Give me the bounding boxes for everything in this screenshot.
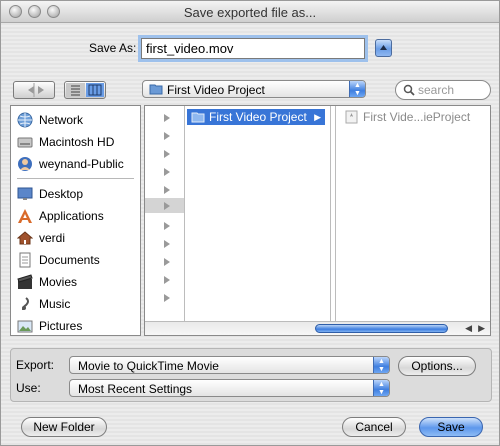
triangle-up-icon	[380, 45, 387, 50]
popup-arrows-icon: ▲ ▼	[373, 357, 389, 373]
sidebar-item-label: Macintosh HD	[39, 135, 115, 149]
sidebar-item-movies[interactable]: Movies	[17, 272, 77, 292]
magnifier-icon	[403, 84, 415, 96]
sidebar-item-music[interactable]: Music	[17, 294, 70, 314]
home-icon	[17, 231, 33, 245]
sidebar-item-label: Pictures	[39, 319, 83, 333]
save-dialog-window: Save exported file as... Save As: first_…	[0, 0, 500, 446]
list-column-view-icon	[66, 83, 104, 97]
column-divider[interactable]	[184, 106, 185, 321]
search-field[interactable]: search	[395, 80, 491, 100]
sidebar-item-applications[interactable]: Applications	[17, 206, 104, 226]
sidebar-item-label: Applications	[39, 209, 104, 223]
selected-folder-label: First Video Project	[209, 110, 307, 124]
chevron-right-icon	[164, 186, 170, 194]
scrollbar-thumb[interactable]	[315, 324, 448, 333]
back-forward-arrows-icon	[28, 83, 44, 97]
popup-arrows-icon: ▲ ▼	[349, 81, 365, 97]
column-browser: First Video Project ▶ First Vide...iePro…	[144, 105, 491, 336]
music-icon	[22, 297, 29, 311]
sidebar-item-label: weynand-Public	[39, 157, 124, 171]
sidebar-item-verdi[interactable]: verdi	[17, 228, 65, 248]
column-divider	[335, 106, 336, 321]
folder-icon	[149, 84, 163, 95]
public-share-icon	[18, 157, 32, 171]
project-file-icon	[345, 110, 358, 124]
sidebar-item-label: Documents	[39, 253, 100, 267]
chevron-right-icon	[164, 202, 170, 210]
hard-disk-icon	[17, 137, 33, 148]
scroll-right-icon[interactable]: ▶	[478, 323, 485, 334]
chevron-right-icon	[164, 150, 170, 158]
chevron-right-icon	[164, 168, 170, 176]
search-placeholder: search	[418, 83, 455, 97]
use-settings-value: Most Recent Settings	[78, 382, 193, 396]
browser-column-1	[145, 106, 184, 323]
browser-column-2: First Video Project ▶	[187, 106, 327, 323]
sidebar-item-network[interactable]: Network	[17, 110, 83, 130]
chevron-right-icon	[164, 132, 170, 140]
location-popup[interactable]: First Video Project ▲ ▼	[142, 80, 366, 98]
applications-icon	[18, 209, 32, 223]
use-settings-popup[interactable]: Most Recent Settings ▲ ▼	[69, 379, 390, 397]
horizontal-scrollbar[interactable]: ◀ ▶	[145, 321, 490, 335]
cancel-button[interactable]: Cancel	[342, 417, 406, 437]
selected-folder-row[interactable]: First Video Project ▶	[187, 109, 325, 125]
filename-field[interactable]: first_video.mov	[141, 38, 365, 59]
movies-icon	[17, 274, 33, 289]
export-format-value: Movie to QuickTime Movie	[78, 359, 219, 373]
save-button[interactable]: Save	[419, 417, 483, 437]
popup-arrows-icon: ▲ ▼	[373, 380, 389, 396]
chevron-right-icon	[164, 222, 170, 230]
column-divider[interactable]	[330, 106, 331, 321]
browser-column-3: First Vide...ieProject	[341, 106, 490, 323]
use-label: Use:	[16, 381, 41, 395]
location-popup-label: First Video Project	[167, 83, 265, 97]
sidebar-item-macintosh-hd[interactable]: Macintosh HD	[17, 132, 114, 152]
sidebar-item-label: Movies	[39, 275, 78, 289]
chevron-right-icon	[164, 294, 170, 302]
chevron-right-icon: ▶	[314, 112, 321, 122]
export-label: Export:	[16, 358, 55, 372]
scroll-left-icon[interactable]: ◀	[465, 323, 472, 334]
sidebar-item-desktop[interactable]: Desktop	[17, 184, 83, 204]
sidebar-item-label: verdi	[39, 231, 66, 245]
folder-icon	[191, 112, 205, 123]
sidebar-item-weynand-public[interactable]: weynand-Public	[17, 154, 124, 174]
options-button[interactable]: Options...	[398, 356, 476, 376]
preview-item[interactable]: First Vide...ieProject	[345, 110, 470, 124]
back-forward-buttons[interactable]	[13, 81, 55, 99]
desktop-icon	[17, 187, 33, 200]
sidebar-divider	[17, 178, 134, 179]
chevron-right-icon	[164, 114, 170, 122]
chevron-right-icon	[164, 258, 170, 266]
view-mode-buttons[interactable]	[64, 81, 106, 99]
sidebar-item-label: Desktop	[39, 187, 84, 201]
sidebar-item-label: Network	[39, 113, 84, 127]
export-options-panel: Export: Movie to QuickTime Movie ▲ ▼ Opti…	[10, 348, 492, 402]
new-folder-button[interactable]: New Folder	[21, 417, 107, 437]
network-globe-icon	[17, 112, 33, 128]
save-as-label: Save As:	[89, 41, 137, 55]
expand-collapse-button[interactable]	[375, 39, 392, 57]
export-format-popup[interactable]: Movie to QuickTime Movie ▲ ▼	[69, 356, 390, 374]
documents-icon	[19, 252, 31, 268]
sidebar-item-documents[interactable]: Documents	[17, 250, 100, 270]
chevron-right-icon	[164, 276, 170, 284]
pictures-icon	[17, 320, 33, 333]
sidebar-item-pictures[interactable]: Pictures	[17, 316, 82, 336]
chevron-right-icon	[164, 240, 170, 248]
preview-item-label: First Vide...ieProject	[363, 110, 471, 124]
title-bar: Save exported file as...	[1, 1, 499, 23]
sidebar: Network Macintosh HD weynand-Public Desk	[10, 105, 141, 336]
window-title: Save exported file as...	[183, 5, 317, 20]
sidebar-item-label: Music	[39, 297, 71, 311]
